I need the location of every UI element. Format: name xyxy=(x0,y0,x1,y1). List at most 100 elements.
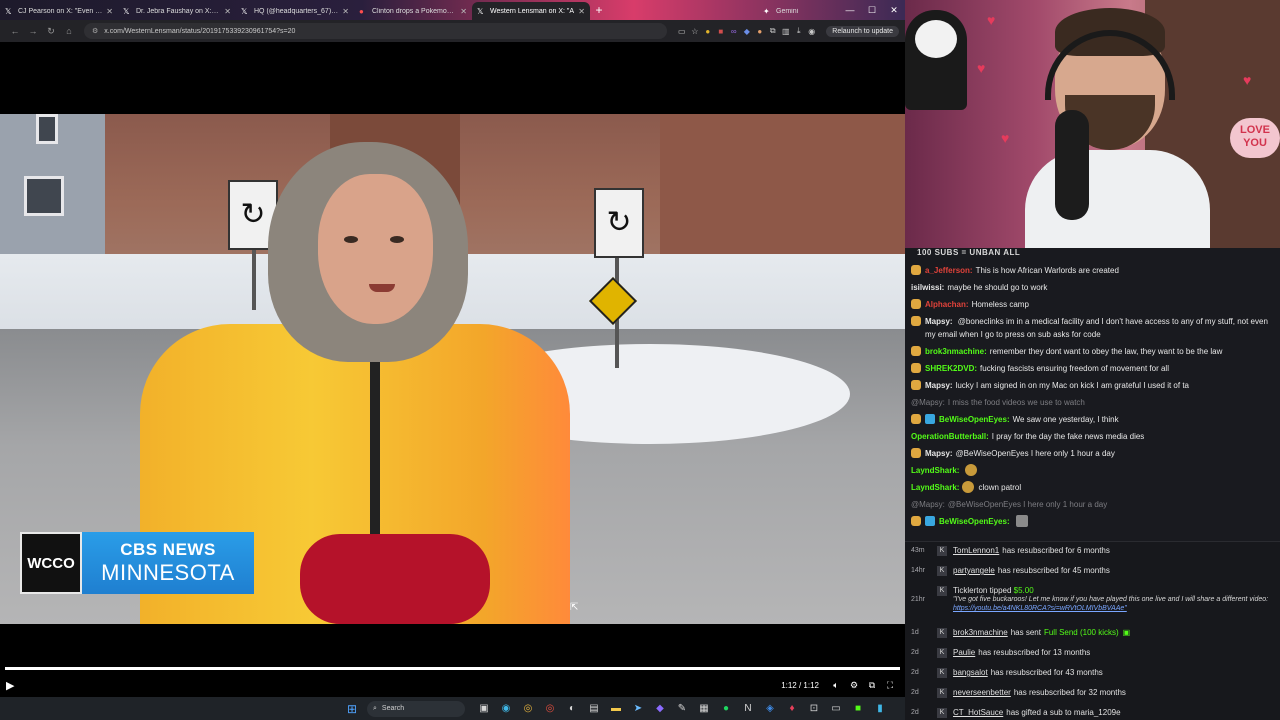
reload-icon[interactable]: ↻ xyxy=(42,26,60,37)
chat-message[interactable]: SHREK2DVD: fucking fascists ensuring free… xyxy=(911,360,1274,377)
chat-message[interactable]: Mapsy: lucky I am signed in on my Mac on … xyxy=(911,377,1274,394)
play-icon[interactable]: ▶ xyxy=(6,679,22,692)
browser-tab[interactable]: ● Clinton drops a Pokemon Go ✕ xyxy=(354,2,472,20)
app-icon[interactable]: ◐ xyxy=(561,703,583,714)
chrome-icon[interactable]: ◎ xyxy=(539,703,561,714)
close-icon[interactable]: ✕ xyxy=(578,7,585,16)
windows-start-icon[interactable]: ⊞ xyxy=(345,702,359,716)
chat-message[interactable]: isilwissi: maybe he should go to work xyxy=(911,279,1274,296)
url-field[interactable]: ⚙ x.com/WesternLensman/status/2019175339… xyxy=(84,23,668,39)
spotify-icon[interactable]: ● xyxy=(715,703,737,714)
task-view-icon[interactable]: ▣ xyxy=(473,703,495,714)
chat-username[interactable]: BeWiseOpenEyes: xyxy=(939,413,1010,426)
extension-icon[interactable]: ● xyxy=(753,27,766,36)
app-icon[interactable]: ▤ xyxy=(583,703,605,714)
event-username[interactable]: Ticklerton xyxy=(953,586,987,595)
event-row[interactable]: 1d Kbrok3nmachine has sent Full Send (100 k… xyxy=(911,624,1274,644)
browser-tab[interactable]: 𝕏 CJ Pearson on X: "Even CN ✕ xyxy=(0,2,118,20)
extension-icon[interactable]: ■ xyxy=(714,27,727,36)
chat-username[interactable]: brok3nmachine: xyxy=(925,345,987,358)
new-tab-icon[interactable]: + xyxy=(590,3,608,17)
event-username[interactable]: partyangele xyxy=(953,566,995,575)
chat-username[interactable]: LayndShark: xyxy=(911,481,959,494)
event-row[interactable]: 2d Kneverseenbetter has resubscribed for 3… xyxy=(911,684,1274,704)
extension-icon[interactable]: ◆ xyxy=(740,27,753,36)
file-explorer-icon[interactable]: ▬ xyxy=(605,703,627,714)
browser-tab[interactable]: 𝕏 Dr. Jebra Faushay on X: "So ✕ xyxy=(118,2,236,20)
chat-message[interactable]: brok3nmachine: remember they dont want to… xyxy=(911,343,1274,360)
event-username[interactable]: brok3nmachine xyxy=(953,628,1008,637)
app-icon[interactable]: ▦ xyxy=(693,703,715,714)
sidepanel-icon[interactable]: ▥ xyxy=(779,27,792,36)
event-row-tip[interactable]: 21hr K Ticklerton tipped $5.00 "I've got … xyxy=(911,582,1274,624)
event-username[interactable]: Paulie xyxy=(953,648,975,657)
event-row[interactable]: 43m K TomLennon1 has resubscribed for 6 mon… xyxy=(911,542,1274,562)
chat-username[interactable]: Mapsy: xyxy=(925,447,953,460)
chat-username[interactable]: a_Jefferson: xyxy=(925,264,973,277)
app-icon[interactable]: ✎ xyxy=(671,703,693,714)
chat-message[interactable]: Mapsy: @boneclinks im in a medical facil… xyxy=(911,313,1274,343)
download-icon[interactable]: ⤓ xyxy=(792,26,805,36)
video-player[interactable]: ↻ ↻ WCCO CBS NEWS MINNESOTA ⇱ ▶ 1:12 / 1… xyxy=(0,42,905,697)
bookmark-star-icon[interactable]: ☆ xyxy=(688,27,701,36)
chat-username[interactable]: Alphachan: xyxy=(925,298,969,311)
close-icon[interactable]: ✕ xyxy=(224,7,231,16)
app-icon[interactable]: ♦ xyxy=(781,703,803,714)
pip-icon[interactable]: ⧉ xyxy=(863,680,881,691)
edge-icon[interactable]: ◉ xyxy=(495,703,517,714)
minimize-icon[interactable]: — xyxy=(839,0,861,20)
forward-arrow-icon[interactable]: → xyxy=(24,26,42,36)
chat-message[interactable]: OperationButterball: I pray for the day t… xyxy=(911,428,1274,445)
notion-icon[interactable]: N xyxy=(737,703,759,714)
chat-username[interactable]: LayndShark: xyxy=(911,464,959,477)
extensions-puzzle-icon[interactable]: ⧉ xyxy=(766,26,779,36)
video-frame[interactable]: ↻ ↻ WCCO CBS NEWS MINNESOTA xyxy=(0,114,905,624)
chat-username[interactable]: OperationButterball: xyxy=(911,430,989,443)
close-icon[interactable]: ✕ xyxy=(460,7,467,16)
taskbar-search-box[interactable]: ⌕ Search xyxy=(367,700,465,717)
site-info-icon[interactable]: ⚙ xyxy=(92,27,98,35)
browser-tab-active[interactable]: 𝕏 Western Lensman on X: "A ✕ xyxy=(472,2,590,20)
app-icon[interactable]: ➤ xyxy=(627,703,649,714)
close-window-icon[interactable]: ✕ xyxy=(883,0,905,20)
close-icon[interactable]: ✕ xyxy=(106,7,113,16)
chat-username[interactable]: BeWiseOpenEyes: xyxy=(939,515,1010,528)
browser-tab[interactable]: 𝕏 HQ (@headquarters_67) / X ✕ xyxy=(236,2,354,20)
chat-message[interactable]: Alphachan: Homeless camp xyxy=(911,296,1274,313)
cast-icon[interactable]: ▭ xyxy=(675,27,688,36)
tip-link[interactable]: https://youtu.be/a4NKL80RCA?si=wRVtOLMIV… xyxy=(953,604,1268,613)
extension-icon[interactable]: ∞ xyxy=(727,27,740,36)
event-row[interactable]: 2d Kbangsalot has resubscribed for 43 mont… xyxy=(911,664,1274,684)
event-username[interactable]: TomLennon1 xyxy=(953,546,999,555)
volume-icon[interactable]: 🔈︎ xyxy=(827,680,845,691)
maximize-icon[interactable]: ☐ xyxy=(861,0,883,20)
extension-icon[interactable]: ● xyxy=(701,27,714,36)
event-username[interactable]: neverseenbetter xyxy=(953,688,1011,697)
settings-gear-icon[interactable]: ⚙ xyxy=(845,680,863,691)
event-row[interactable]: 14hr Kpartyangele has resubscribed for 45 … xyxy=(911,562,1274,582)
chat-message[interactable]: BeWiseOpenEyes: We saw one yesterday, I t… xyxy=(911,411,1274,428)
event-row[interactable]: 2d K Paulie has resubscribed for 13 months xyxy=(911,644,1274,664)
chat-message[interactable]: LayndShark: xyxy=(911,462,1274,479)
event-username[interactable]: CT_HotSauce xyxy=(953,708,1003,717)
chat-username[interactable]: Mapsy: xyxy=(925,379,953,392)
relaunch-button[interactable]: Relaunch to update xyxy=(826,25,899,37)
profile-avatar-icon[interactable]: ◉ xyxy=(805,27,818,36)
chat-username[interactable]: SHREK2DVD: xyxy=(925,362,977,375)
app-icon[interactable]: ▭ xyxy=(825,703,847,714)
back-arrow-icon[interactable]: ← xyxy=(6,26,24,36)
app-icon[interactable]: ■ xyxy=(847,703,869,714)
app-icon[interactable]: ◆ xyxy=(649,703,671,714)
home-icon[interactable]: ⌂ xyxy=(60,26,78,36)
app-icon[interactable]: ▮ xyxy=(869,703,891,714)
event-row[interactable]: 2d K CT_HotSauce has gifted a sub to maria_… xyxy=(911,704,1274,720)
chat-message[interactable]: a_Jefferson: This is how African Warlords… xyxy=(911,262,1274,279)
chat-username[interactable]: Mapsy: xyxy=(925,317,953,326)
app-icon[interactable]: ◈ xyxy=(759,703,781,714)
video-progress-bar[interactable] xyxy=(5,667,900,670)
close-icon[interactable]: ✕ xyxy=(342,7,349,16)
chrome-icon[interactable]: ◎ xyxy=(517,703,539,714)
event-username[interactable]: bangsalot xyxy=(953,668,988,677)
fullscreen-icon[interactable]: ⛶ xyxy=(881,680,899,691)
browser-tab-gemini[interactable]: ✦ Gemini xyxy=(758,2,848,20)
